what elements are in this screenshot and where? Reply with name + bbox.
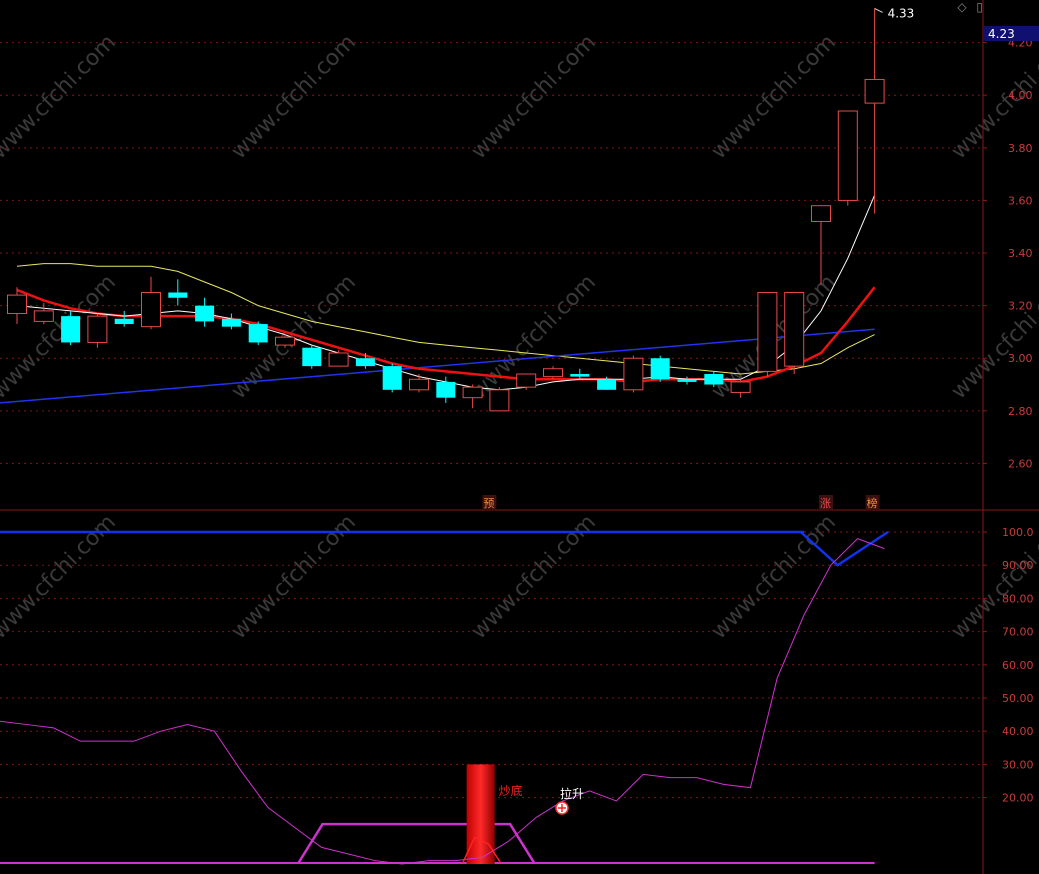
watermark: www.cfchi.com: [467, 30, 601, 164]
price-tick-label: 3.80: [1008, 142, 1033, 155]
candle-up: [864, 78, 885, 104]
peak-label: 4.33: [888, 6, 915, 20]
watermark-layer: www.cfchi.com www.cfchi.com www.cfchi.com w…: [0, 30, 1039, 644]
stock-chart: www.cfchi.com www.cfchi.com www.cfchi.com w…: [0, 0, 1039, 874]
candle-up: [516, 373, 537, 388]
candle-up: [141, 291, 161, 328]
candle-up: [730, 381, 751, 393]
price-tick-label: 3.40: [1008, 247, 1033, 260]
candle-down: [195, 305, 215, 322]
osc-blue-line: [0, 530, 889, 567]
candle-down: [355, 358, 375, 367]
price-tick-label: 2.60: [1008, 457, 1033, 470]
price-tick-label: 3.20: [1008, 300, 1033, 313]
osc-tick-label: 50.00: [1002, 692, 1034, 705]
mark-yu: 预: [483, 497, 494, 510]
price-tick-label: 3.60: [1008, 194, 1033, 207]
watermark: www.cfchi.com: [947, 270, 1039, 404]
watermark: www.cfchi.com: [227, 30, 361, 164]
candle-up: [7, 294, 27, 315]
price-tick-label: 4.00: [1008, 89, 1033, 102]
price-tick-label: 2.80: [1008, 405, 1033, 418]
candle-up: [623, 357, 644, 391]
watermark: www.cfchi.com: [0, 510, 121, 644]
osc-tick-label: 30.00: [1002, 758, 1034, 771]
mark-lasheng: 拉升: [560, 786, 584, 801]
candle-down: [61, 316, 81, 343]
candle-down: [570, 374, 590, 377]
watermark: www.cfchi.com: [707, 510, 841, 644]
candle-up: [543, 368, 563, 378]
candle-down: [650, 358, 670, 380]
candle-down: [221, 318, 241, 327]
candle-up: [275, 336, 295, 346]
candle-down: [597, 379, 617, 390]
osc-tick-label: 60.00: [1002, 659, 1034, 672]
watermark: www.cfchi.com: [0, 30, 121, 164]
mark-bang: 榜: [867, 496, 878, 510]
osc-trapezoid: [297, 822, 536, 864]
candle-down: [436, 381, 456, 398]
osc-tick-label: 20.00: [1002, 792, 1034, 805]
mark-caopan: 炒底: [499, 783, 523, 798]
watermark: www.cfchi.com: [227, 510, 361, 644]
candle-up: [33, 310, 54, 322]
peak-pointer: [874, 7, 883, 13]
candle-up: [837, 110, 858, 201]
candle-up: [409, 378, 429, 391]
candle-down: [114, 318, 134, 325]
watermark: www.cfchi.com: [707, 30, 841, 164]
candle-up: [462, 386, 483, 399]
candle-up: [757, 291, 778, 372]
osc-tick-label: 90.00: [1002, 559, 1034, 572]
candle-up: [489, 389, 510, 412]
candle-down: [382, 366, 402, 390]
candle-down: [168, 292, 188, 298]
candle-down: [677, 379, 697, 382]
osc-tick-label: 80.00: [1002, 592, 1034, 605]
mark-zhang: 涨: [820, 497, 831, 510]
candle-up: [328, 352, 349, 367]
watermark: www.cfchi.com: [467, 510, 601, 644]
price-badge: 4.23: [988, 27, 1015, 41]
candle-down: [248, 324, 268, 343]
candle-down: [704, 374, 724, 385]
candle-down: [302, 347, 322, 367]
osc-tick-label: 100.0: [1002, 526, 1034, 539]
osc-tick-label: 40.00: [1002, 725, 1034, 738]
candle-up: [784, 291, 805, 367]
osc-tick-label: 70.00: [1002, 626, 1034, 639]
candle-up: [811, 205, 831, 222]
price-tick-label: 3.00: [1008, 352, 1033, 365]
candle-up: [87, 315, 108, 343]
osc-red-bar: [466, 764, 495, 864]
